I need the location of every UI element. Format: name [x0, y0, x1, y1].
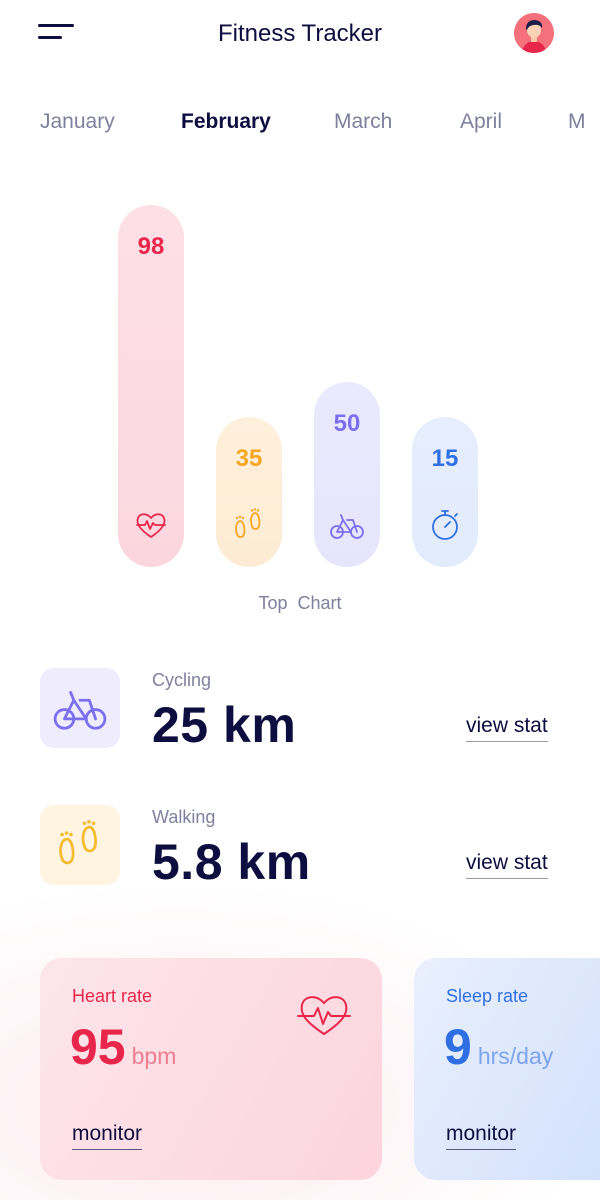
monitor-link[interactable]: monitor — [72, 1122, 143, 1150]
tab-february[interactable]: February — [181, 110, 271, 134]
app-header: Fitness Tracker — [0, 0, 600, 70]
cycling-icon-box — [40, 668, 120, 748]
heart-pulse-icon — [136, 513, 166, 538]
chart-value-heart-rate: 98 — [137, 233, 165, 260]
chart-bar-steps[interactable]: 35 — [216, 417, 282, 567]
card-title: Sleep rate — [446, 986, 529, 1006]
month-selector: January February March April M — [0, 110, 600, 144]
activity-label: Walking — [152, 807, 216, 827]
chart-bar-heart-rate[interactable]: 98 — [118, 205, 184, 567]
bicycle-icon — [330, 514, 364, 539]
footprints-icon — [59, 819, 97, 865]
footprints-icon — [235, 508, 261, 538]
bicycle-icon — [53, 691, 107, 730]
activity-cycling: Cycling 25 km view stat — [0, 668, 600, 758]
activity-label: Cycling — [152, 670, 212, 690]
heart-pulse-icon — [297, 996, 351, 1036]
tab-january[interactable]: January — [40, 110, 115, 134]
user-avatar[interactable] — [514, 13, 554, 53]
sleep-rate-unit: hrs/day — [477, 1043, 554, 1069]
chart-caption: Top Chart — [258, 593, 342, 613]
heart-rate-card[interactable]: Heart rate 95 bpm monitor — [40, 958, 382, 1180]
chart-bar-cycling[interactable]: 50 — [314, 382, 380, 567]
heart-rate-number: 95 — [70, 1019, 126, 1075]
tab-may[interactable]: M — [568, 110, 586, 134]
stopwatch-icon — [432, 510, 458, 540]
chart-value-timer: 15 — [431, 445, 459, 472]
card-value: 9 hrs/day — [444, 1018, 553, 1076]
top-chart: 98 35 50 15 Top Chart — [0, 190, 600, 630]
page-title: Fitness Tracker — [217, 20, 383, 47]
sleep-rate-number: 9 — [444, 1019, 472, 1075]
sleep-rate-card[interactable]: Sleep rate 9 hrs/day monitor — [414, 958, 600, 1180]
card-value: 95 bpm — [70, 1018, 176, 1076]
tab-april[interactable]: April — [460, 110, 502, 134]
card-title: Heart rate — [72, 986, 153, 1006]
view-stat-link[interactable]: view stat — [466, 851, 548, 879]
monitor-link[interactable]: monitor — [446, 1122, 517, 1150]
chart-bar-timer[interactable]: 15 — [412, 417, 478, 567]
view-stat-link[interactable]: view stat — [466, 714, 548, 742]
walking-icon-box — [40, 805, 120, 885]
tab-march[interactable]: March — [334, 110, 392, 134]
activity-value: 25 km — [152, 697, 297, 753]
heart-rate-unit: bpm — [131, 1043, 177, 1069]
chart-value-steps: 35 — [235, 445, 263, 472]
chart-value-cycling: 50 — [333, 410, 361, 437]
